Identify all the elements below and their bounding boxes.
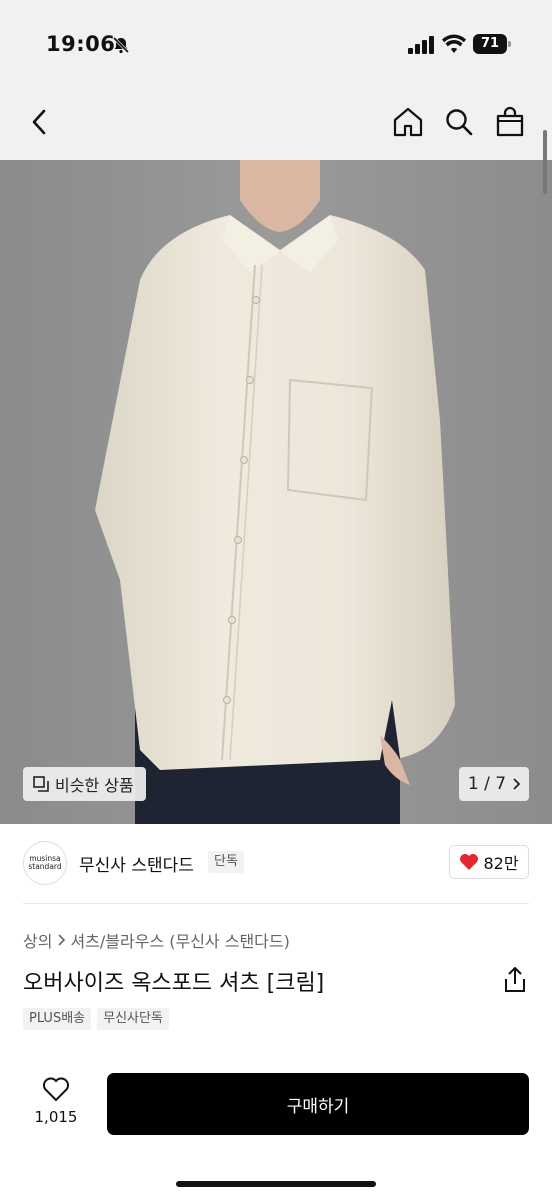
similar-products-button[interactable]: 비슷한 상품 [23, 767, 146, 801]
image-counter: 1 / 7 [467, 774, 507, 794]
status-time: 19:06 [46, 32, 116, 56]
bottom-action-bar: 1,015 구매하기 [0, 1068, 552, 1200]
breadcrumb-item[interactable]: 상의 [23, 928, 52, 952]
status-bar: 19:06 71 [0, 0, 552, 90]
home-indicator[interactable] [176, 1181, 376, 1187]
brand-like-count: 82만 [483, 854, 519, 873]
image-counter-button[interactable]: 1 / 7 [459, 767, 529, 801]
nav-bar [0, 90, 552, 160]
share-button[interactable] [502, 966, 528, 994]
brand-name[interactable]: 무신사 스탠다드 [79, 851, 194, 876]
battery-level: 71 [473, 34, 507, 54]
signal-icon [408, 36, 434, 54]
search-button[interactable] [441, 104, 477, 140]
product-title: 오버사이즈 옥스포드 셔츠 [크림] [23, 971, 325, 996]
back-button[interactable] [22, 104, 58, 140]
tag-exclusive: 무신사단독 [97, 1008, 169, 1030]
brand-logo[interactable]: musinsa standard [23, 841, 67, 885]
product-photo [0, 160, 552, 824]
home-button[interactable] [390, 104, 426, 140]
cart-button[interactable] [492, 104, 528, 140]
wishlist-button[interactable]: 1,015 [30, 1076, 82, 1136]
chevron-right-icon [58, 934, 66, 946]
buy-button[interactable]: 구매하기 [107, 1073, 529, 1135]
brand-row: musinsa standard 무신사 스탠다드 단독 82만 [0, 835, 552, 891]
back-arrow-icon [32, 109, 46, 135]
shopping-bag-icon [496, 106, 524, 137]
brand-like-button[interactable]: 82만 [449, 845, 529, 879]
breadcrumb: 상의 셔츠/블라우스 (무신사 스탠다드) [23, 928, 290, 952]
divider [23, 903, 529, 904]
heart-icon [460, 854, 479, 870]
tag-plus-delivery: PLUS배송 [23, 1008, 92, 1030]
similar-products-label: 비슷한 상품 [55, 776, 134, 795]
similar-icon [33, 776, 49, 792]
home-icon [393, 107, 423, 137]
battery-icon: 71 [473, 34, 511, 54]
exclusive-badge: 단독 [208, 851, 244, 873]
product-tags: PLUS배송 무신사단독 [23, 1008, 169, 1030]
wishlist-count: 1,015 [34, 1108, 78, 1126]
product-image[interactable]: 비슷한 상품 1 / 7 [0, 160, 552, 824]
wifi-icon [442, 34, 466, 53]
breadcrumb-item[interactable]: 셔츠/블라우스 (무신사 스탠다드) [70, 928, 289, 952]
chevron-right-icon [513, 778, 521, 790]
share-icon [505, 967, 525, 992]
bell-slash-icon [112, 36, 130, 54]
scroll-indicator[interactable] [543, 130, 547, 194]
search-icon [446, 109, 473, 136]
heart-outline-icon [43, 1077, 69, 1102]
